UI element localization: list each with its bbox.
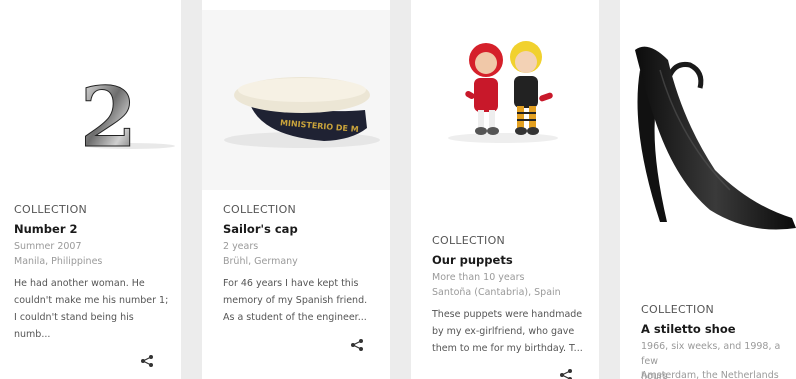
card-label: COLLECTION: [14, 203, 88, 216]
collection-card-sailors-cap[interactable]: MINISTERIO DE M COLLECTION Sailor's cap …: [202, 10, 390, 370]
card-title[interactable]: Our puppets: [432, 253, 513, 267]
description-line: These puppets were handmade: [432, 309, 583, 320]
card-title[interactable]: Sailor's cap: [223, 222, 298, 236]
column-gap: [390, 0, 411, 379]
description-line: I couldn't stand being his: [14, 312, 134, 323]
card-label: COLLECTION: [641, 303, 715, 316]
sailor-cap-image: MINISTERIO DE M: [202, 10, 390, 190]
description-line: As a student of the engineer...: [223, 312, 367, 323]
stiletto-shoe-image: [620, 10, 796, 245]
date-line: 1966, six weeks, and 1998, a few: [641, 341, 781, 367]
card-location: Manila, Philippines: [14, 256, 103, 267]
card-date: Summer 2007: [14, 241, 82, 252]
share-icon[interactable]: [140, 354, 154, 368]
column-gap: [181, 0, 202, 379]
card-description: He had another woman. He couldn't make m…: [14, 275, 168, 343]
description-line: He had another woman. He: [14, 278, 145, 289]
card-date: More than 10 years: [432, 272, 525, 283]
description-line: numb...: [14, 329, 51, 340]
card-title[interactable]: A stiletto shoe: [641, 322, 736, 336]
number-two-image: 2: [0, 0, 181, 185]
card-location: Santoña (Cantabria), Spain: [432, 287, 561, 298]
description-line: them to me for my birthday. T...: [432, 343, 583, 354]
card-description: For 46 years I have kept this memory of …: [223, 275, 367, 326]
description-line: memory of my Spanish friend.: [223, 295, 368, 306]
collection-card-number-2[interactable]: 2 COLLECTION Number 2 Summer 2007 Manila…: [0, 0, 181, 379]
column-gap: [599, 0, 620, 379]
description-line: For 46 years I have kept this: [223, 278, 359, 289]
svg-text:2: 2: [80, 70, 137, 166]
puppets-icon: [448, 41, 558, 143]
card-description: These puppets were handmade by my ex-gir…: [432, 306, 583, 357]
card-location: Amsterdam, the Netherlands: [641, 370, 779, 379]
card-label: COLLECTION: [432, 234, 506, 247]
card-date: 2 years: [223, 241, 259, 252]
description-line: by my ex-girlfriend, who gave: [432, 326, 575, 337]
card-title[interactable]: Number 2: [14, 222, 78, 236]
collection-card-stiletto-shoe[interactable]: COLLECTION A stiletto shoe 1966, six wee…: [620, 10, 796, 379]
card-label: COLLECTION: [223, 203, 297, 216]
description-line: couldn't make me his number 1;: [14, 295, 169, 306]
card-location: Brühl, Germany: [223, 256, 298, 267]
number-two-sculpture-icon: 2: [80, 70, 175, 167]
collection-card-our-puppets[interactable]: COLLECTION Our puppets More than 10 year…: [411, 10, 599, 379]
share-icon[interactable]: [350, 338, 364, 352]
share-icon[interactable]: [559, 368, 573, 379]
puppets-image: [411, 10, 599, 215]
sailor-cap-icon: MINISTERIO DE M: [224, 77, 380, 148]
stiletto-shoe-icon: [635, 46, 796, 230]
